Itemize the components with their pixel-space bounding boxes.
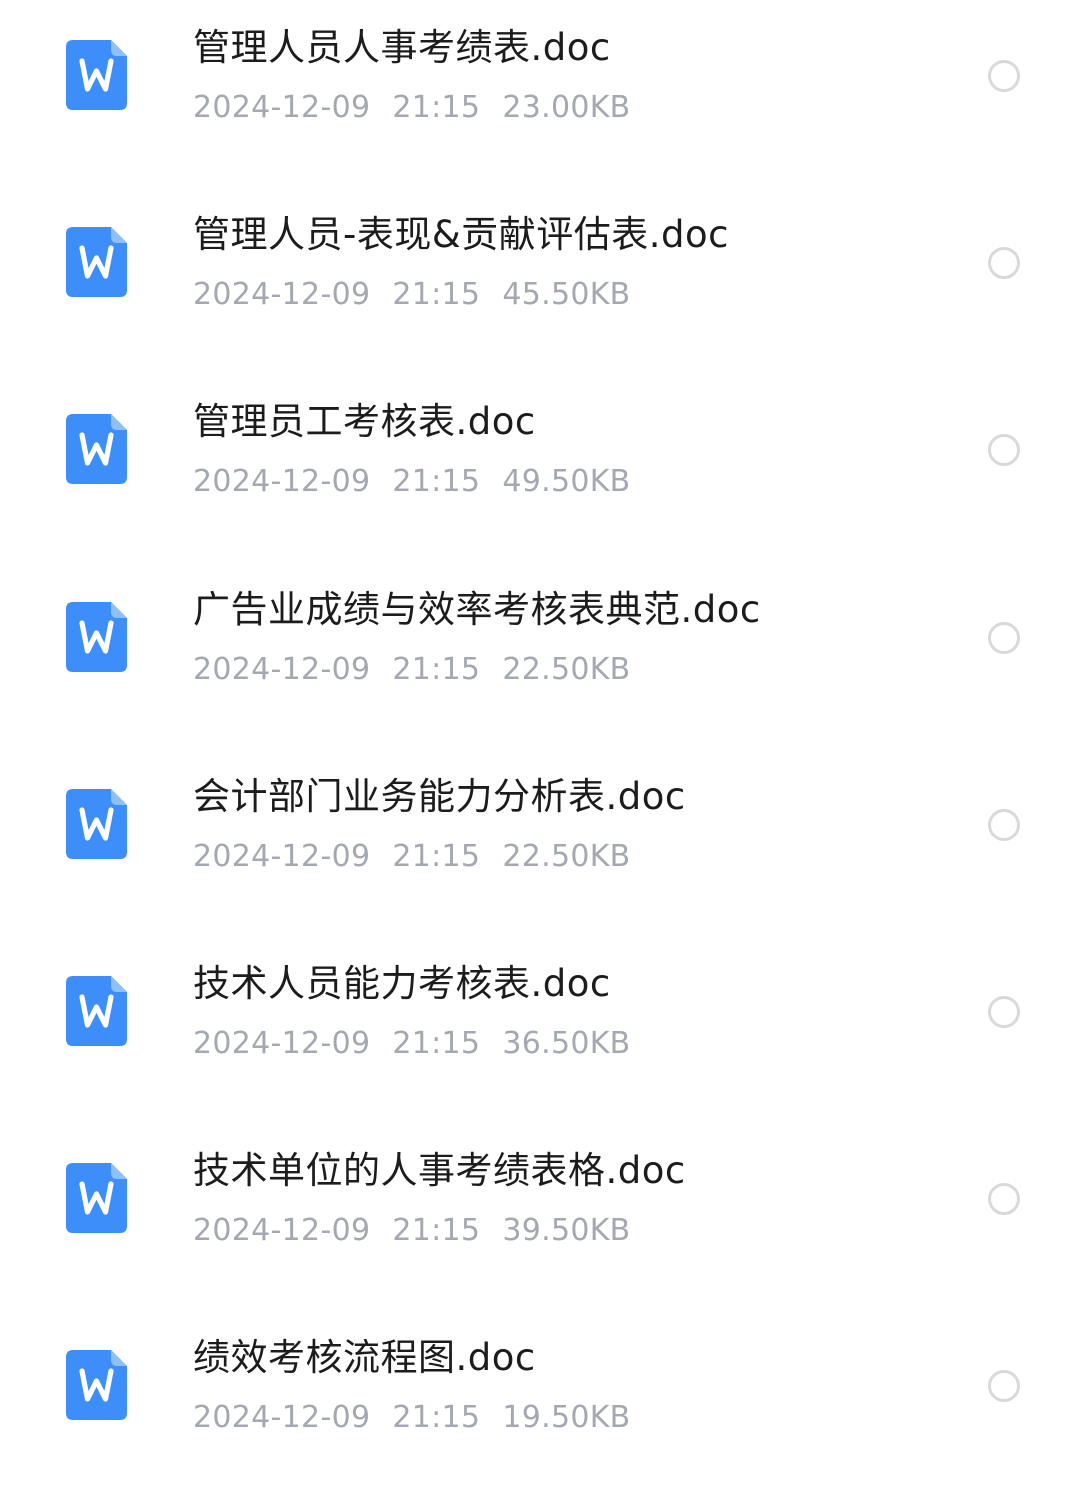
word-doc-icon — [66, 976, 127, 1046]
word-doc-icon — [66, 788, 127, 859]
file-time: 21:15 — [392, 1026, 481, 1061]
select-radio-button[interactable] — [988, 1370, 1020, 1403]
word-doc-icon — [66, 227, 127, 298]
file-name: 技术单位的人事考绩表格.doc — [193, 1149, 686, 1193]
file-date: 2024-12-09 — [193, 90, 371, 125]
file-size: 19.50KB — [502, 1400, 631, 1436]
file-date: 2024-12-09 — [193, 1026, 371, 1061]
file-meta: 2024-12-09 21:15 23.00KB — [193, 90, 631, 126]
word-doc-icon — [66, 1163, 127, 1234]
file-time: 21:15 — [392, 1213, 481, 1249]
file-list-item[interactable]: 管理员工考核表.doc 2024-12-09 21:15 49.50KB — [0, 374, 1067, 561]
file-size: 39.50KB — [502, 1213, 631, 1249]
file-date: 2024-12-09 — [193, 651, 371, 687]
file-time: 21:15 — [392, 277, 481, 313]
word-doc-icon — [66, 601, 127, 672]
file-meta: 2024-12-09 21:15 19.50KB — [193, 1400, 631, 1436]
file-time: 21:15 — [392, 1400, 481, 1436]
file-list-item[interactable]: 技术人员能力考核表.doc 2024-12-09 21:15 36.50KB — [0, 936, 1067, 1123]
file-date: 2024-12-09 — [193, 464, 371, 500]
file-meta: 2024-12-09 21:15 45.50KB — [193, 277, 631, 313]
file-list: 管理人员人事考绩表.doc 2024-12-09 21:15 23.00KB 管理人… — [0, 0, 1067, 1472]
select-radio-button[interactable] — [988, 996, 1020, 1028]
file-date: 2024-12-09 — [193, 1400, 371, 1436]
file-size: 23.00KB — [502, 90, 631, 125]
select-radio-button[interactable] — [988, 621, 1020, 654]
file-list-item[interactable]: 管理人员人事考绩表.doc 2024-12-09 21:15 23.00KB — [0, 0, 1067, 187]
file-list-item[interactable]: 绩效考核流程图.doc 2024-12-09 21:15 19.50KB — [0, 1310, 1067, 1497]
select-radio-button[interactable] — [988, 247, 1020, 280]
file-name: 管理人员人事考绩表.doc — [193, 26, 611, 69]
file-list-item[interactable]: 管理人员-表现&贡献评估表.doc 2024-12-09 21:15 45.50KB — [0, 187, 1067, 374]
file-date: 2024-12-09 — [193, 838, 371, 874]
file-size: 22.50KB — [502, 838, 631, 874]
word-doc-icon — [66, 40, 127, 110]
file-date: 2024-12-09 — [193, 1213, 371, 1249]
file-meta: 2024-12-09 21:15 22.50KB — [193, 839, 631, 875]
file-name: 会计部门业务能力分析表.doc — [193, 774, 686, 818]
file-date: 2024-12-09 — [193, 277, 371, 313]
file-time: 21:15 — [392, 464, 481, 500]
file-time: 21:15 — [392, 838, 481, 874]
file-time: 21:15 — [392, 651, 481, 687]
file-size: 49.50KB — [502, 464, 631, 500]
file-meta: 2024-12-09 21:15 36.50KB — [193, 1026, 631, 1062]
file-name: 技术人员能力考核表.doc — [193, 962, 611, 1005]
file-list-item[interactable]: 会计部门业务能力分析表.doc 2024-12-09 21:15 22.50KB — [0, 749, 1067, 936]
file-size: 22.50KB — [502, 651, 631, 687]
select-radio-button[interactable] — [988, 434, 1020, 467]
file-size: 45.50KB — [502, 277, 631, 313]
select-radio-button[interactable] — [988, 808, 1020, 841]
file-name: 广告业成绩与效率考核表典范.doc — [193, 587, 761, 631]
file-time: 21:15 — [392, 90, 481, 125]
select-radio-button[interactable] — [988, 1183, 1020, 1216]
file-name: 管理员工考核表.doc — [193, 400, 536, 444]
file-meta: 2024-12-09 21:15 39.50KB — [193, 1213, 631, 1249]
file-name: 管理人员-表现&贡献评估表.doc — [193, 213, 729, 257]
word-doc-icon — [66, 1350, 127, 1421]
file-list-item[interactable]: 广告业成绩与效率考核表典范.doc 2024-12-09 21:15 22.50KB — [0, 562, 1067, 749]
file-list-item[interactable]: 技术单位的人事考绩表格.doc 2024-12-09 21:15 39.50KB — [0, 1123, 1067, 1310]
file-name: 绩效考核流程图.doc — [193, 1336, 536, 1380]
file-meta: 2024-12-09 21:15 49.50KB — [193, 464, 631, 500]
file-size: 36.50KB — [502, 1026, 631, 1061]
word-doc-icon — [66, 414, 127, 485]
file-meta: 2024-12-09 21:15 22.50KB — [193, 652, 631, 688]
select-radio-button[interactable] — [988, 60, 1020, 92]
